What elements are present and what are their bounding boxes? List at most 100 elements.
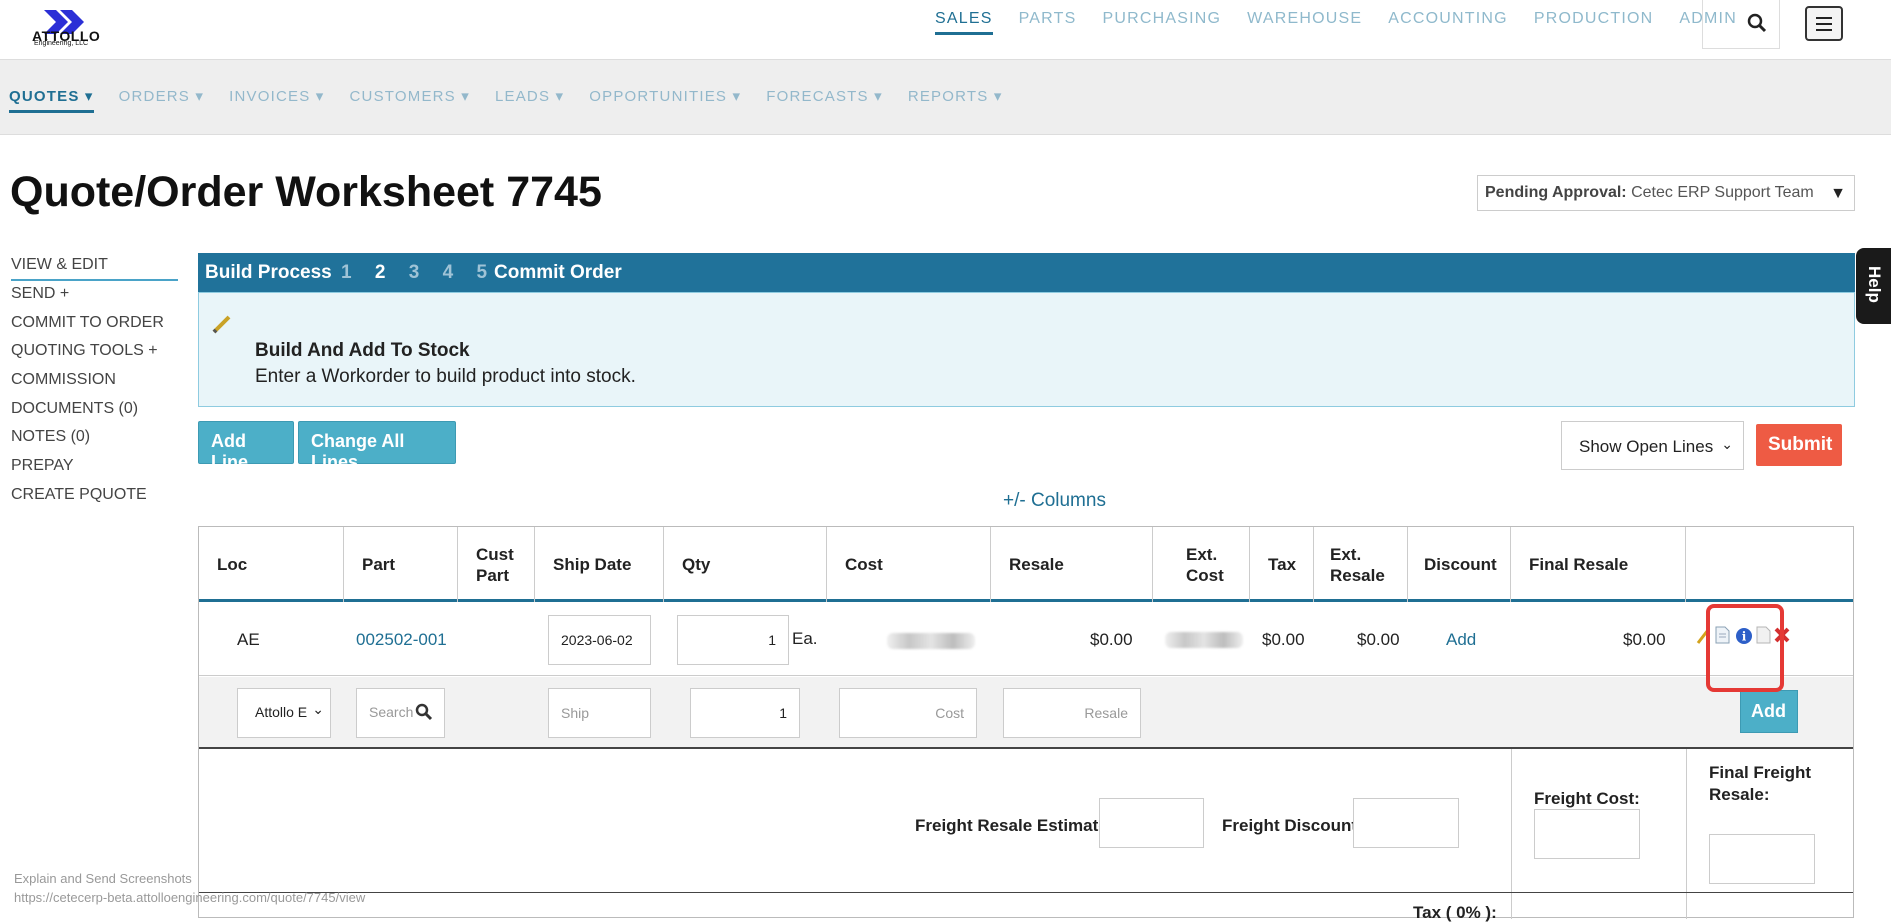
col-loc[interactable]: Loc (199, 527, 344, 602)
build-process-label: Build Process (205, 262, 332, 283)
col-ship-date[interactable]: Ship Date (535, 527, 664, 602)
cost-input[interactable]: Cost (839, 688, 977, 738)
col-discount[interactable]: Discount (1408, 527, 1511, 602)
side-documents[interactable]: DOCUMENTS (0) (11, 399, 178, 428)
add-line-button[interactable]: Add Line (198, 421, 294, 472)
nav-accounting[interactable]: ACCOUNTING (1388, 10, 1508, 35)
build-description: Enter a Workorder to build product into … (255, 366, 636, 387)
chevron-down-icon: ⌄ (1721, 436, 1733, 452)
step-3[interactable]: 3 (409, 262, 420, 283)
final-freight-input[interactable] (1709, 834, 1815, 884)
row-qty-input[interactable]: 1 (677, 615, 789, 665)
col-resale[interactable]: Resale (991, 527, 1153, 602)
approval-dropdown[interactable]: Pending Approval: Cetec ERP Support Team… (1477, 175, 1855, 211)
hamburger-icon (1816, 17, 1832, 19)
magnifier-icon[interactable] (415, 703, 433, 721)
pencil-icon[interactable] (211, 313, 233, 335)
col-cust-part[interactable]: Cust Part (458, 527, 535, 602)
line-filter-select[interactable]: Show Open Lines ⌄ (1561, 421, 1744, 470)
resale-input[interactable]: Resale (1003, 688, 1141, 738)
row-loc: AE (237, 630, 260, 649)
nav-production[interactable]: PRODUCTION (1534, 10, 1654, 35)
freight-resale-label: Freight Resale Estimate: (915, 816, 1114, 835)
row-tax: $0.00 (1262, 630, 1305, 649)
row-ship-date-input[interactable]: 2023-06-02 (548, 615, 651, 665)
nav-purchasing[interactable]: PURCHASING (1102, 10, 1221, 35)
qty-input[interactable]: 1 (690, 688, 800, 738)
side-prepay[interactable]: PREPAY (11, 456, 178, 485)
search-button[interactable] (1702, 0, 1780, 49)
change-all-lines-button[interactable]: Change All Lines (298, 421, 456, 472)
subnav-opportunities[interactable]: OPPORTUNITIES ▾ (589, 87, 741, 113)
freight-cost-label: Freight Cost: (1534, 789, 1640, 808)
hamburger-menu-button[interactable] (1805, 6, 1843, 41)
build-steps: 1 2 3 4 5 (341, 262, 505, 284)
status-bar: Explain and Send Screenshots https://cet… (14, 871, 365, 909)
col-ext-cost[interactable]: Ext. Cost (1153, 527, 1250, 602)
approval-label: Pending Approval: (1485, 184, 1627, 201)
build-heading: Build And Add To Stock (255, 340, 470, 361)
columns-toggle-link[interactable]: +/- Columns (1003, 490, 1106, 512)
redacted-cost (887, 633, 975, 649)
redacted-ext-cost (1165, 632, 1243, 648)
subnav-customers[interactable]: CUSTOMERS ▾ (350, 87, 470, 113)
nav-warehouse[interactable]: WAREHOUSE (1247, 10, 1362, 35)
freight-resale-input[interactable] (1099, 798, 1204, 848)
subnav-orders[interactable]: ORDERS ▾ (119, 87, 204, 113)
freight-cost-input[interactable] (1534, 809, 1640, 859)
location-select[interactable]: Attollo E ⌄ (237, 688, 331, 738)
row-discount-add-link[interactable]: Add (1446, 630, 1476, 650)
nav-sales[interactable]: SALES (935, 10, 993, 35)
side-quoting-tools[interactable]: QUOTING TOOLS + (11, 341, 178, 370)
side-notes[interactable]: NOTES (0) (11, 427, 178, 456)
freight-discount-input[interactable] (1353, 798, 1459, 848)
final-freight-label: Final Freight Resale: (1709, 763, 1811, 804)
row-part-link[interactable]: 002502-001 (356, 630, 447, 650)
step-2[interactable]: 2 (375, 262, 386, 283)
side-create-pquote[interactable]: CREATE PQUOTE (11, 485, 178, 514)
sub-nav: QUOTES ▾ ORDERS ▾ INVOICES ▾ CUSTOMERS ▾… (0, 60, 1891, 135)
table-row: AE 002502-001 2023-06-02 1 Ea. $0.00 $0.… (199, 605, 1853, 676)
side-menu: VIEW & EDIT SEND + COMMIT TO ORDER QUOTI… (11, 255, 178, 514)
col-qty[interactable]: Qty (664, 527, 827, 602)
annotation-highlight-box (1706, 604, 1784, 692)
main-nav: SALES PARTS PURCHASING WAREHOUSE ACCOUNT… (935, 10, 1763, 35)
top-header: ATTOLLO Engineering, LLC SALES PARTS PUR… (0, 0, 1891, 60)
subnav-quotes[interactable]: QUOTES ▾ (9, 87, 94, 113)
page-title: Quote/Order Worksheet 7745 (10, 168, 602, 216)
nav-parts[interactable]: PARTS (1019, 10, 1077, 35)
side-send[interactable]: SEND + (11, 284, 178, 313)
quote-lines-table: Loc Part Cust Part Ship Date Qty Cost Re… (198, 526, 1854, 922)
subnav-leads[interactable]: LEADS ▾ (495, 87, 564, 113)
subnav-reports[interactable]: REPORTS ▾ (908, 87, 1003, 113)
add-button[interactable]: Add (1740, 690, 1798, 733)
status-text: Explain and Send Screenshots (14, 871, 192, 886)
ship-date-input[interactable]: Ship (548, 688, 651, 738)
help-tab[interactable]: Help (1856, 248, 1891, 324)
col-ext-resale[interactable]: Ext. Resale (1314, 527, 1408, 602)
side-commission[interactable]: COMMISSION (11, 370, 178, 399)
step-5[interactable]: 5 (476, 262, 487, 283)
part-search-placeholder: Search (369, 704, 414, 720)
col-part[interactable]: Part (344, 527, 458, 602)
submit-button[interactable]: Submit (1756, 424, 1842, 466)
col-tax[interactable]: Tax (1250, 527, 1314, 602)
col-final-resale[interactable]: Final Resale (1511, 527, 1686, 602)
freight-section: Freight Resale Estimate: Freight Discoun… (199, 749, 1853, 922)
commit-order-step[interactable]: Commit Order (494, 262, 622, 284)
search-icon (1747, 13, 1767, 33)
subnav-forecasts[interactable]: FORECASTS ▾ (766, 87, 883, 113)
side-commit-to-order[interactable]: COMMIT TO ORDER (11, 313, 178, 342)
subnav-invoices[interactable]: INVOICES ▾ (229, 87, 324, 113)
step-1[interactable]: 1 (341, 262, 352, 283)
build-process-bar: Build Process 1 2 3 4 5 Commit Order (198, 253, 1855, 292)
side-view-edit[interactable]: VIEW & EDIT (11, 255, 178, 281)
col-cost[interactable]: Cost (827, 527, 991, 602)
brand-subtitle: Engineering, LLC (34, 40, 89, 47)
build-info-panel: Build And Add To Stock Enter a Workorder… (198, 292, 1855, 407)
location-select-value: Attollo E (255, 704, 308, 720)
table-header: Loc Part Cust Part Ship Date Qty Cost Re… (199, 527, 1853, 602)
step-4[interactable]: 4 (443, 262, 454, 283)
help-label: Help (1865, 266, 1884, 303)
part-search-input[interactable]: Search (356, 688, 445, 738)
